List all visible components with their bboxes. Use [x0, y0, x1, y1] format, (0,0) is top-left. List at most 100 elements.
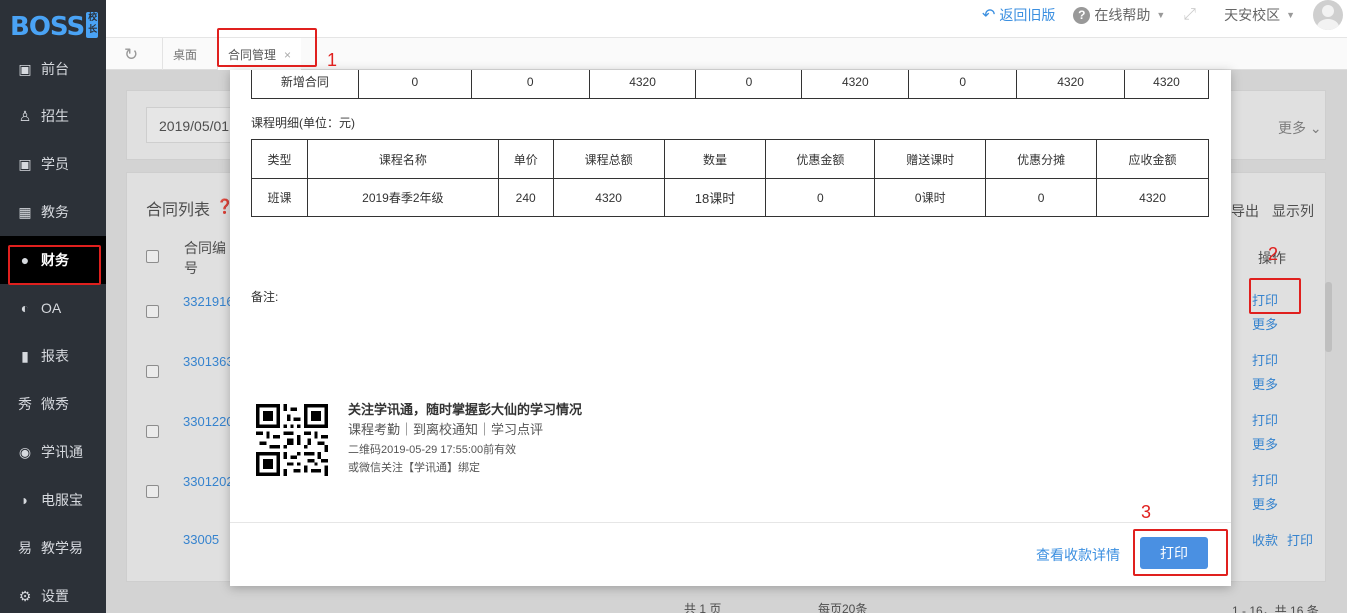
image-icon: ▦: [18, 203, 32, 220]
help-label: 在线帮助: [1094, 7, 1151, 23]
app-logo[interactable]: BOSS 校长: [10, 12, 99, 42]
table-cell: 新增合同: [251, 70, 359, 99]
phone-icon: ◗: [20, 492, 30, 508]
fullscreen-button[interactable]: ⤢: [1183, 6, 1206, 24]
tab-desktop[interactable]: 桌面: [162, 38, 207, 70]
campus-label: 天安校区: [1224, 7, 1281, 23]
gear-icon: ⚙: [18, 587, 32, 604]
qr-code-image: [256, 404, 328, 476]
back-to-old-version-link[interactable]: ↶ 返回旧版: [982, 5, 1055, 25]
column-header: 类型: [251, 139, 308, 179]
promo-subtitle: 课程考勤｜到离校通知｜学习点评: [348, 422, 544, 437]
qr-expiry-note: 二维码2019-05-29 17:55:00前有效: [348, 444, 517, 456]
refresh-icon[interactable]: ↻: [124, 45, 138, 65]
table-cell: 4320: [588, 70, 697, 99]
table-cell: 0课时: [874, 178, 987, 217]
wechat-bind-note: 或微信关注【学讯通】绑定: [348, 462, 480, 474]
top-bar-actions: ↶ 返回旧版 ? 在线帮助 ▼ ⤢ 天安校区 ▼: [982, 0, 1347, 30]
xuexuntong-promo: 关注学讯通，随时掌握彭大仙的学习情况 课程考勤｜到离校通知｜学习点评 二维码20…: [348, 402, 582, 476]
sidebar-item-oa[interactable]: ◐ OA: [0, 284, 106, 332]
column-header: 优惠分摊: [985, 139, 1098, 179]
calendar-icon: ▣: [18, 60, 32, 77]
course-detail-label: 课程明细(单位：元): [251, 116, 355, 130]
sidebar-item-label: 招生: [41, 108, 69, 124]
column-header: 应收金额: [1096, 139, 1209, 179]
back-label: 返回旧版: [999, 7, 1056, 23]
annotation-box-tab: [217, 28, 317, 67]
remark-label: 备注:: [251, 290, 279, 304]
table-cell: 4320: [1124, 70, 1209, 99]
avatar[interactable]: [1313, 0, 1343, 30]
contract-print-preview-modal: 新增合同 0 0 4320 0 4320 0 4320 4320 课程明细(单位…: [230, 70, 1231, 586]
table-cell: 0: [357, 70, 472, 99]
sidebar-item-label: 学员: [41, 156, 69, 172]
table-cell: 4320: [801, 70, 910, 99]
toggle-icon: ◐: [20, 300, 30, 316]
column-header: 数量: [663, 139, 767, 179]
table-cell: 240: [497, 178, 554, 217]
table-header-row: 类型 课程名称 单价 课程总额 数量 优惠金额 赠送课时 优惠分摊 应收金额: [251, 139, 1209, 179]
annotation-box-row-print: [1249, 278, 1301, 314]
bar-chart-icon: ▮: [21, 347, 29, 364]
annotation-number: 1: [327, 50, 338, 70]
sidebar-item-label: 设置: [41, 588, 69, 604]
sidebar-item-label: 电服宝: [41, 492, 83, 508]
sidebar-item-label: 微秀: [41, 396, 69, 412]
annotation-number: 2: [1268, 244, 1279, 264]
annotation-box-finance: [8, 245, 101, 285]
column-header: 优惠金额: [765, 139, 876, 179]
column-header: 单价: [497, 139, 554, 179]
user-add-icon: ♙: [18, 107, 32, 124]
table-cell: 0: [765, 178, 876, 217]
sidebar-item-xuexuntong[interactable]: ◉ 学讯通: [0, 428, 106, 476]
list-scrollbar[interactable]: [1325, 282, 1332, 352]
logo-badge: 校长: [86, 12, 99, 38]
table-cell: 0: [908, 70, 1018, 99]
sidebar-item-label: 教务: [41, 204, 69, 220]
sidebar-item-enrollment[interactable]: ♙ 招生: [0, 92, 106, 140]
column-header: 课程总额: [552, 139, 665, 179]
course-detail-table: 类型 课程名称 单价 课程总额 数量 优惠金额 赠送课时 优惠分摊 应收金额 班…: [251, 139, 1209, 217]
undo-icon: ↶: [981, 7, 996, 24]
table-cell: 4320: [1016, 70, 1126, 99]
location-icon: ◉: [18, 443, 32, 460]
expand-icon: ⤢: [1183, 6, 1197, 23]
annotation-number: 3: [1141, 502, 1152, 522]
teach-icon: 易: [18, 540, 32, 556]
table-cell: 0: [695, 70, 803, 99]
modal-footer: 查看收款详情 打印: [230, 522, 1231, 586]
sidebar-nav: ▣ 前台 ♙ 招生 ▣ 学员 ▦ 教务 ● 财务 ◐ OA ▮ 报表 秀 微秀: [0, 46, 106, 613]
xiu-icon: 秀: [18, 396, 32, 412]
contract-summary-table: 新增合同 0 0 4320 0 4320 0 4320 4320: [251, 70, 1209, 99]
table-row: 新增合同 0 0 4320 0 4320 0 4320 4320: [251, 70, 1209, 99]
sidebar-item-front-desk[interactable]: ▣ 前台: [0, 46, 106, 92]
sidebar-item-label: OA: [41, 300, 62, 316]
table-cell: 18课时: [663, 178, 767, 217]
campus-selector[interactable]: 天安校区 ▼: [1224, 5, 1295, 25]
table-cell: 4320: [1096, 178, 1209, 217]
column-header: 赠送课时: [874, 139, 987, 179]
promo-title: 关注学讯通，随时掌握彭大仙的学习情况: [348, 402, 583, 417]
sidebar-item-jiaoxueyi[interactable]: 易 教学易: [0, 524, 106, 572]
sidebar-item-settings[interactable]: ⚙ 设置: [0, 572, 106, 613]
online-help-menu[interactable]: ? 在线帮助 ▼: [1073, 5, 1165, 25]
sidebar-item-dianfubao[interactable]: ◗ 电服宝: [0, 476, 106, 524]
sidebar-item-label: 学讯通: [41, 444, 83, 460]
caret-down-icon: ▼: [1156, 10, 1166, 20]
sidebar: BOSS 校长 ▣ 前台 ♙ 招生 ▣ 学员 ▦ 教务 ● 财务 ◐ OA ▮ 报…: [0, 0, 106, 613]
question-icon: ?: [1073, 6, 1091, 24]
table-cell: 4320: [552, 178, 665, 217]
sidebar-item-academic[interactable]: ▦ 教务: [0, 188, 106, 236]
column-header: 课程名称: [306, 139, 499, 179]
sidebar-item-label: 报表: [41, 348, 69, 364]
sidebar-item-label: 前台: [41, 61, 69, 77]
caret-down-icon: ▼: [1286, 10, 1295, 20]
sidebar-item-weixiu[interactable]: 秀 微秀: [0, 380, 106, 428]
sidebar-item-students[interactable]: ▣ 学员: [0, 140, 106, 188]
table-cell: 0: [470, 70, 590, 99]
id-card-icon: ▣: [18, 155, 32, 172]
view-receipt-details-link[interactable]: 查看收款详情: [1036, 545, 1120, 565]
sidebar-item-reports[interactable]: ▮ 报表: [0, 332, 106, 380]
sidebar-item-label: 教学易: [41, 540, 83, 556]
table-cell: 0: [985, 178, 1098, 217]
